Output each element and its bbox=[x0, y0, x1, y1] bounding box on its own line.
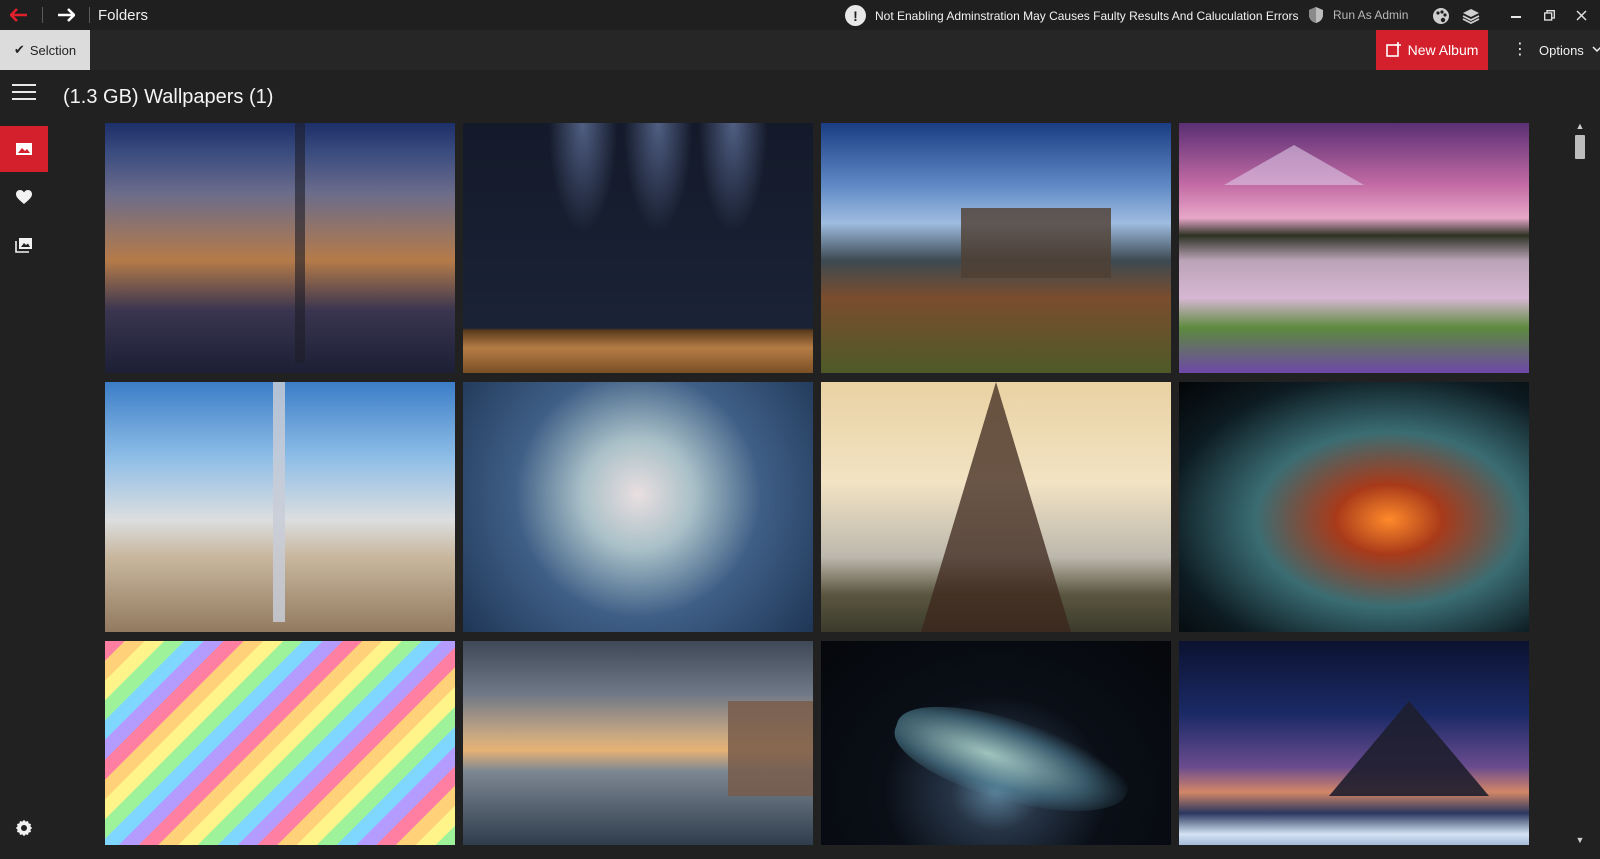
scroll-down-icon[interactable]: ▼ bbox=[1574, 835, 1586, 845]
forward-button[interactable] bbox=[51, 0, 81, 30]
chevron-down-icon bbox=[1592, 44, 1600, 56]
rail-item-albums[interactable] bbox=[0, 222, 48, 268]
new-album-label: New Album bbox=[1407, 42, 1479, 58]
window-title: Folders bbox=[98, 6, 149, 24]
thumbnail-castle-sea[interactable] bbox=[463, 641, 813, 845]
thumbnail-starry-mountain[interactable] bbox=[1179, 641, 1529, 845]
thumbnail-eiffel-tower[interactable] bbox=[821, 382, 1171, 632]
thumbnail-city-skyline[interactable] bbox=[105, 123, 455, 373]
rail-item-favorites[interactable] bbox=[0, 174, 48, 220]
vertical-scrollbar[interactable]: ▲ ▼ bbox=[1572, 121, 1588, 845]
back-button[interactable] bbox=[4, 0, 34, 30]
thumbnail-mountain-lake[interactable] bbox=[1179, 123, 1529, 373]
command-bar: ✔ Selction New Album ⋮ Options bbox=[0, 30, 1600, 70]
options-menu[interactable]: ⋮ Options bbox=[1512, 30, 1600, 70]
check-mark-icon: ✔ bbox=[13, 42, 25, 57]
page-title: (1.3 GB) Wallpapers (1) bbox=[63, 86, 274, 108]
exclamation-circle-icon: ! bbox=[845, 5, 866, 26]
scroll-thumb[interactable] bbox=[1575, 135, 1585, 159]
hamburger-menu-button[interactable] bbox=[12, 84, 36, 104]
hamburger-icon bbox=[12, 84, 36, 86]
restore-button[interactable] bbox=[1536, 4, 1562, 26]
selection-button[interactable]: ✔ Selction bbox=[0, 30, 90, 70]
new-album-icon bbox=[1385, 42, 1401, 57]
close-icon bbox=[1576, 10, 1586, 20]
gear-icon bbox=[15, 819, 33, 837]
run-as-admin-button[interactable]: Run As Admin bbox=[1308, 6, 1408, 24]
image-icon bbox=[16, 143, 32, 155]
selection-label: Selction bbox=[29, 42, 77, 58]
settings-button[interactable] bbox=[12, 816, 36, 840]
albums-icon bbox=[15, 238, 32, 253]
options-label: Options bbox=[1539, 42, 1584, 58]
warning-text: Not Enabling Adminstration May Causes Fa… bbox=[875, 8, 1299, 23]
arrow-right-icon bbox=[58, 8, 75, 22]
restore-icon bbox=[1543, 9, 1555, 21]
arrow-left-icon bbox=[10, 8, 27, 22]
divider bbox=[89, 7, 90, 23]
minimize-icon bbox=[1511, 16, 1521, 18]
thumbnail-rainbow-stripes[interactable] bbox=[105, 641, 455, 845]
rail-item-pictures[interactable] bbox=[0, 126, 48, 172]
more-vertical-icon: ⋮ bbox=[1512, 41, 1528, 58]
run-as-admin-label: Run As Admin bbox=[1333, 8, 1409, 22]
thumbnail-space-squid[interactable] bbox=[821, 641, 1171, 845]
close-button[interactable] bbox=[1568, 4, 1594, 26]
divider bbox=[42, 7, 43, 23]
thumbnail-blossom[interactable] bbox=[463, 382, 813, 632]
layers-button[interactable] bbox=[1461, 6, 1481, 26]
admin-warning: ! Not Enabling Adminstration May Causes … bbox=[845, 5, 1299, 26]
thumbnail-dubai-tower[interactable] bbox=[105, 382, 455, 632]
thumbnail-old-house-field[interactable] bbox=[821, 123, 1171, 373]
thumbnail-grid bbox=[105, 123, 1531, 845]
scroll-up-icon[interactable]: ▲ bbox=[1574, 121, 1586, 131]
title-bar: Folders ! Not Enabling Adminstration May… bbox=[0, 0, 1600, 30]
layers-icon bbox=[1462, 9, 1480, 24]
new-album-button[interactable]: New Album bbox=[1376, 30, 1488, 70]
minimize-button[interactable] bbox=[1503, 4, 1529, 26]
thumbnail-spotlight-wall[interactable] bbox=[463, 123, 813, 373]
heart-icon bbox=[16, 190, 32, 204]
palette-icon bbox=[1433, 8, 1449, 24]
shield-icon bbox=[1309, 7, 1323, 23]
thumbnail-nebula[interactable] bbox=[1179, 382, 1529, 632]
theme-button[interactable] bbox=[1431, 6, 1451, 26]
